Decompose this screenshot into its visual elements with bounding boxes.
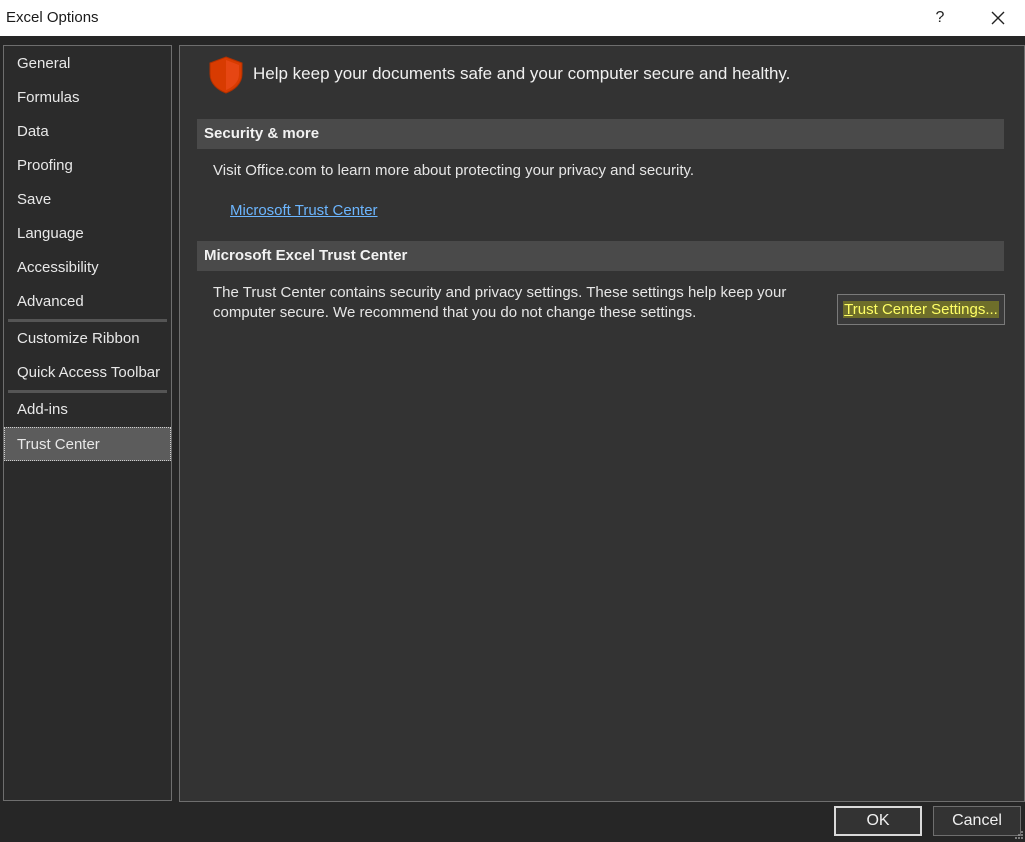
sidebar-item-customize-ribbon[interactable]: Customize Ribbon — [4, 322, 171, 356]
security-section-text: Visit Office.com to learn more about pro… — [213, 162, 695, 179]
sidebar-item-accessibility[interactable]: Accessibility — [4, 251, 171, 285]
sidebar-item-formulas[interactable]: Formulas — [4, 81, 171, 115]
sidebar-item-data[interactable]: Data — [4, 115, 171, 149]
cancel-button[interactable]: Cancel — [933, 806, 1021, 836]
close-icon — [991, 11, 1005, 25]
help-button[interactable]: ? — [925, 4, 955, 32]
trust-center-text-line-2: computer secure. We recommend that you d… — [213, 304, 697, 321]
trust-center-section-heading: Microsoft Excel Trust Center — [197, 241, 1004, 271]
options-sidebar: General Formulas Data Proofing Save Lang… — [3, 45, 172, 801]
button-label-rest: rust Center Settings... — [852, 301, 998, 318]
resize-grip-icon[interactable] — [1014, 830, 1024, 840]
window-title: Excel Options — [6, 9, 99, 26]
sidebar-item-add-ins[interactable]: Add-ins — [4, 393, 171, 427]
microsoft-trust-center-link[interactable]: Microsoft Trust Center — [230, 202, 378, 219]
sidebar-item-advanced[interactable]: Advanced — [4, 285, 171, 319]
shield-icon — [209, 56, 243, 94]
trust-center-settings-button[interactable]: Trust Center Settings... — [837, 294, 1005, 325]
close-button[interactable] — [983, 4, 1013, 32]
ok-button[interactable]: OK — [834, 806, 922, 836]
trust-center-panel: Help keep your documents safe and your c… — [179, 45, 1025, 802]
sidebar-item-language[interactable]: Language — [4, 217, 171, 251]
sidebar-item-proofing[interactable]: Proofing — [4, 149, 171, 183]
sidebar-item-save[interactable]: Save — [4, 183, 171, 217]
title-bar: Excel Options ? — [0, 0, 1025, 36]
intro-text: Help keep your documents safe and your c… — [253, 64, 791, 83]
sidebar-item-trust-center[interactable]: Trust Center — [4, 427, 171, 461]
sidebar-item-quick-access-toolbar[interactable]: Quick Access Toolbar — [4, 356, 171, 390]
security-section-heading: Security & more — [197, 119, 1004, 149]
trust-center-text-line-1: The Trust Center contains security and p… — [213, 284, 787, 301]
sidebar-item-general[interactable]: General — [4, 47, 171, 81]
trust-center-settings-label: Trust Center Settings... — [843, 301, 999, 318]
access-key: T — [844, 301, 853, 318]
